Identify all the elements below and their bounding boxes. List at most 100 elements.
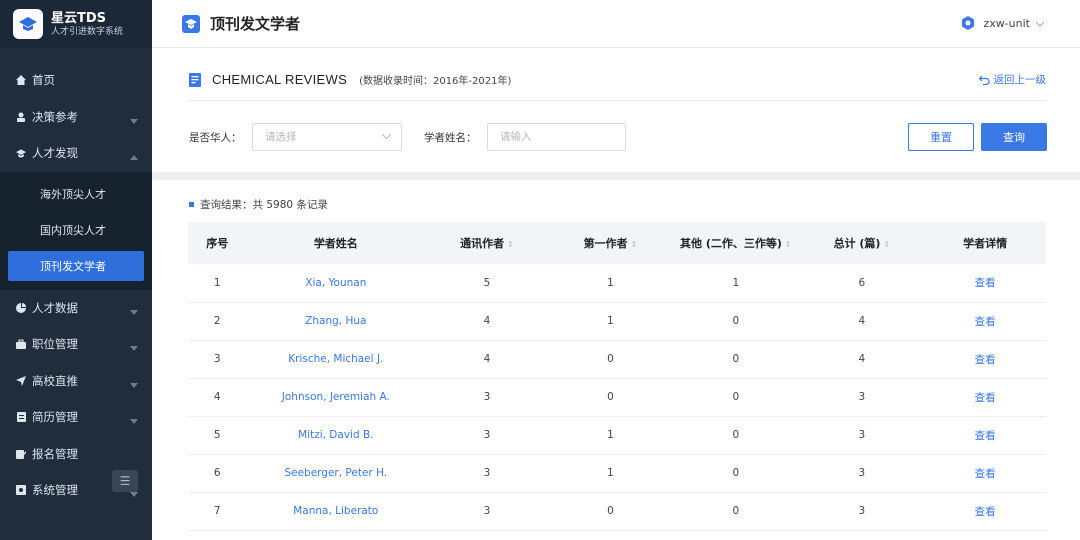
submenu-talent-discovery: 海外顶尖人才 国内顶尖人才 顶刊发文学者 (0, 171, 152, 290)
briefcase-icon (16, 339, 26, 350)
column-header-name: 学者姓名 (246, 222, 426, 264)
table-row: 6 Seeberger, Peter H. 3 1 0 3 查看 (188, 454, 1046, 493)
total-count: 4 (799, 302, 925, 341)
graduation-cap-icon (19, 17, 37, 31)
view-detail-link[interactable]: 查看 (924, 454, 1046, 493)
first-author-count: 1 (548, 416, 673, 455)
return-icon (978, 75, 990, 85)
bullet-icon (189, 202, 194, 207)
sort-icon[interactable]: ⇕ (883, 240, 890, 249)
reset-button[interactable]: 重置 (908, 123, 974, 151)
other-author-count: 0 (672, 454, 800, 493)
total-count: 3 (799, 454, 925, 493)
scholar-name-link[interactable]: Krische, Michael J. (246, 340, 426, 379)
column-header-corresponding[interactable]: 通讯作者 ⇕ (425, 222, 549, 264)
table-row: 7 Manna, Liberato 3 0 0 3 查看 (188, 492, 1046, 531)
first-author-count: 1 (548, 454, 673, 493)
other-author-count: 0 (672, 302, 800, 341)
scholar-name-link[interactable]: Mitzi, David B. (246, 416, 426, 455)
view-detail-link[interactable]: 查看 (924, 492, 1046, 531)
result-summary: 查询结果：共 5980 条记录 (189, 197, 328, 212)
other-author-count: 1 (672, 264, 800, 303)
corresponding-count: 5 (425, 264, 549, 303)
total-count: 6 (799, 264, 925, 303)
sidebar-item-talent-data[interactable]: 人才数据 (0, 290, 152, 327)
sidebar-item-positions[interactable]: 职位管理 (0, 326, 152, 363)
corresponding-count: 3 (425, 378, 549, 417)
sidebar-item-resumes[interactable]: 简历管理 (0, 399, 152, 436)
corresponding-count: 3 (425, 492, 549, 531)
sidebar-item-university-referral[interactable]: 高校直推 (0, 363, 152, 400)
scholar-name-input[interactable]: 请输入 (487, 123, 626, 151)
user-name: zxw-unit (983, 16, 1030, 30)
first-author-count: 0 (548, 492, 673, 531)
scholars-table: 序号 学者姓名 通讯作者 ⇕ 第一作者 ⇕ 其他 (二作、三作等) ⇕ 总计 (篇) ⇕… (188, 222, 1046, 531)
sort-icon[interactable]: ⇕ (507, 240, 514, 249)
scholar-name-link[interactable]: Johnson, Jeremiah A. (246, 378, 426, 417)
sort-icon[interactable]: ⇕ (631, 240, 638, 249)
chevron-down-icon (1035, 17, 1045, 30)
collapse-menu-button[interactable]: ☰ (112, 470, 138, 492)
chinese-select[interactable]: 请选择 (252, 123, 402, 151)
other-author-count: 0 (672, 378, 800, 417)
sidebar-item-label: 高校直推 (32, 373, 78, 388)
brand-title: 星云TDS (51, 10, 107, 26)
page-title: 顶刊发文学者 (210, 15, 301, 33)
first-author-count: 1 (548, 264, 673, 303)
chevron-down-icon (130, 340, 138, 354)
send-icon (16, 375, 26, 386)
chinese-filter-label: 是否华人： (189, 132, 242, 144)
query-button[interactable]: 查询 (981, 123, 1047, 151)
view-detail-link[interactable]: 查看 (924, 378, 1046, 417)
column-header-other[interactable]: 其他 (二作、三作等) ⇕ (672, 222, 800, 264)
table-row: 5 Mitzi, David B. 3 1 0 3 查看 (188, 416, 1046, 455)
sidebar-item-label: 系统管理 (32, 483, 78, 498)
back-label: 返回上一级 (993, 74, 1047, 86)
view-detail-link[interactable]: 查看 (924, 416, 1046, 455)
table-row: 4 Johnson, Jeremiah A. 3 0 0 3 查看 (188, 378, 1046, 417)
back-link[interactable]: 返回上一级 (978, 72, 1047, 87)
scholar-name-link[interactable]: Xia, Younan (246, 264, 426, 303)
column-header-first-author[interactable]: 第一作者 ⇕ (548, 222, 673, 264)
sidebar-item-top-journal-scholars[interactable]: 顶刊发文学者 (8, 250, 144, 281)
table-body: 1 Xia, Younan 5 1 1 6 查看 2 Zhang, Hua 4 1 0 4 查看 3 Kris… (188, 264, 1046, 531)
page-header: 顶刊发文学者 zxw-unit (152, 0, 1080, 48)
user-menu[interactable]: zxw-unit (961, 16, 1045, 30)
nav-menu: 首页 决策参考 人才发现 海外顶尖人才 国内顶尖人才 顶刊发文学者 人才数据 职… (0, 62, 152, 509)
sidebar-item-domestic-talent[interactable]: 国内顶尖人才 (0, 212, 152, 248)
scholar-name-link[interactable]: Manna, Liberato (246, 492, 426, 531)
sidebar: 星云TDS 人才引进数字系统 首页 决策参考 人才发现 海外顶尖人才 国内顶尖人… (0, 0, 152, 540)
first-author-count: 1 (548, 302, 673, 341)
data-range: (数据收录时间：2016年-2021年) (359, 76, 512, 87)
column-header-detail: 学者详情 (924, 222, 1046, 264)
user-icon (16, 112, 26, 122)
column-header-no: 序号 (188, 222, 247, 264)
sidebar-item-overseas-talent[interactable]: 海外顶尖人才 (0, 176, 152, 212)
total-count: 4 (799, 340, 925, 379)
sidebar-item-label: 职位管理 (32, 337, 78, 352)
document-icon (16, 412, 26, 423)
sidebar-item-label: 简历管理 (32, 410, 78, 425)
column-header-total[interactable]: 总计 (篇) ⇕ (799, 222, 925, 264)
view-detail-link[interactable]: 查看 (924, 302, 1046, 341)
row-number: 5 (188, 416, 247, 455)
sidebar-item-label: 首页 (32, 73, 55, 88)
table-row: 3 Krische, Michael J. 4 0 0 4 查看 (188, 340, 1046, 379)
table-row: 1 Xia, Younan 5 1 1 6 查看 (188, 264, 1046, 303)
row-number: 2 (188, 302, 247, 341)
sidebar-item-decision[interactable]: 决策参考 (0, 99, 152, 136)
chevron-down-icon (381, 124, 392, 150)
corresponding-count: 3 (425, 454, 549, 493)
sidebar-item-home[interactable]: 首页 (0, 62, 152, 99)
logo (13, 9, 43, 39)
sidebar-item-talent-discovery[interactable]: 人才发现 (0, 135, 152, 172)
signup-icon (16, 449, 26, 459)
view-detail-link[interactable]: 查看 (924, 264, 1046, 303)
scholar-name-link[interactable]: Zhang, Hua (246, 302, 426, 341)
graduation-cap-icon (16, 148, 26, 158)
corresponding-count: 3 (425, 416, 549, 455)
sidebar-item-registrations[interactable]: 报名管理 (0, 436, 152, 473)
view-detail-link[interactable]: 查看 (924, 340, 1046, 379)
scholar-name-link[interactable]: Seeberger, Peter H. (246, 454, 426, 493)
sort-icon[interactable]: ⇕ (785, 240, 792, 249)
